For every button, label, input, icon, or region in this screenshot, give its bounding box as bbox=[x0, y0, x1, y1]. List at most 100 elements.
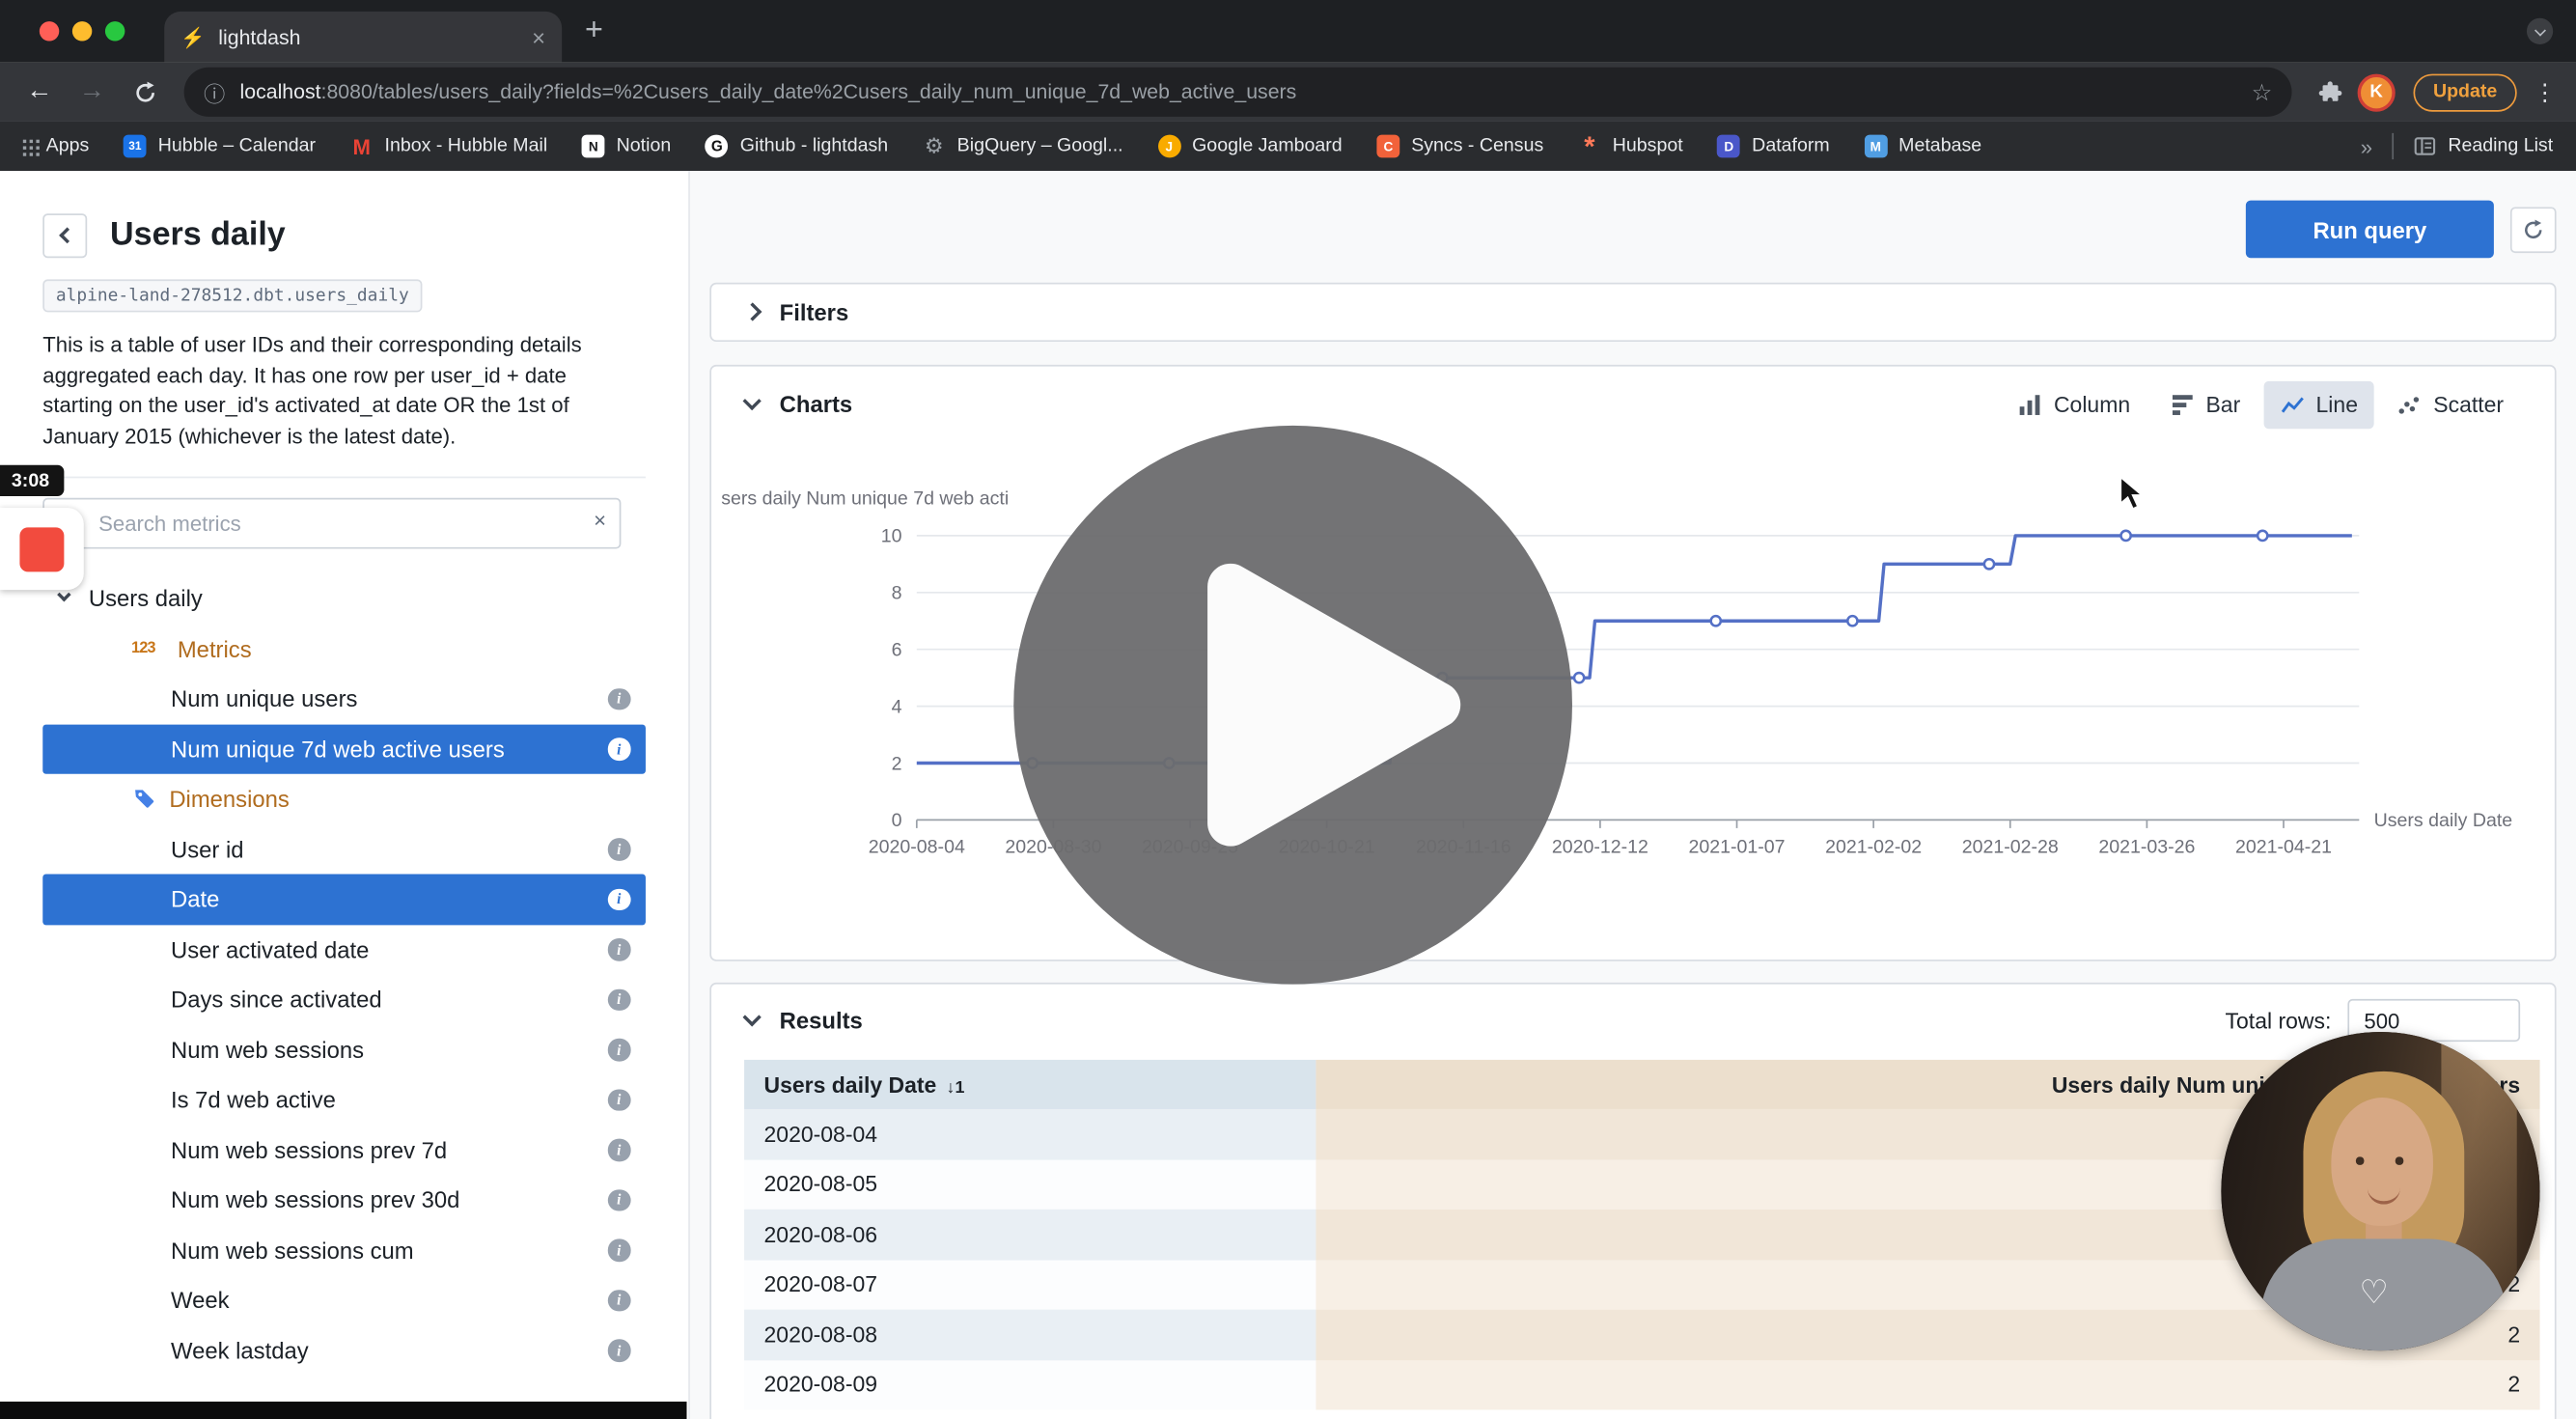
metric-label: Num unique 7d web active users bbox=[171, 736, 505, 763]
bookmark-star-icon[interactable]: ☆ bbox=[2252, 78, 2272, 106]
tree-root-item[interactable]: Users daily bbox=[0, 573, 688, 624]
bookmark-hubspot[interactable]: * Hubspot bbox=[1578, 132, 1682, 160]
zoom-window-button[interactable] bbox=[104, 21, 125, 42]
bigquery-favicon: ⚙ bbox=[924, 132, 944, 158]
bookmark-label: Dataform bbox=[1752, 136, 1830, 156]
table-row[interactable]: 2020-08-09 2 bbox=[744, 1359, 2540, 1410]
dimension-label: User id bbox=[171, 835, 244, 863]
bookmark-label: Syncs - Census bbox=[1411, 136, 1544, 156]
dimension-item[interactable]: Days since activated i bbox=[42, 974, 646, 1024]
dimension-item[interactable]: Date i bbox=[42, 874, 646, 925]
bookmark-hubble-calendar[interactable]: 31 Hubble – Calendar bbox=[124, 134, 316, 158]
page-title: Users daily bbox=[110, 216, 286, 254]
dimensions-label: Dimensions bbox=[169, 786, 290, 813]
table-description: This is a table of user IDs and their co… bbox=[42, 331, 582, 448]
dimension-item[interactable]: Num web sessions prev 30d i bbox=[42, 1175, 646, 1225]
bookmark-jamboard[interactable]: J Google Jamboard bbox=[1157, 134, 1343, 158]
metrics-list: Num unique users i Num unique 7d web act… bbox=[0, 674, 688, 774]
reading-list-button[interactable]: Reading List bbox=[2414, 135, 2554, 158]
dimension-item[interactable]: Num web sessions cum i bbox=[42, 1225, 646, 1275]
info-icon[interactable]: i bbox=[607, 737, 630, 761]
bookmark-notion[interactable]: N Notion bbox=[581, 134, 671, 158]
chart-type-line[interactable]: Line bbox=[2263, 380, 2375, 429]
chart-type-label: Scatter bbox=[2433, 391, 2505, 417]
chevron-down-icon[interactable] bbox=[743, 1008, 762, 1026]
play-button[interactable] bbox=[1013, 425, 1572, 985]
explore-tree: Users daily 123 Metrics Num unique users… bbox=[0, 573, 688, 1376]
bookmark-github-lightdash[interactable]: G Github - lightdash bbox=[706, 134, 888, 158]
profile-avatar[interactable]: K bbox=[2357, 72, 2396, 111]
stop-recording-button[interactable] bbox=[19, 526, 65, 571]
svg-text:2021-02-02: 2021-02-02 bbox=[1825, 836, 1922, 857]
bookmarks-overflow-chevron[interactable]: » bbox=[2361, 134, 2372, 159]
browser-menu-icon[interactable]: ⋮ bbox=[2534, 78, 2557, 106]
bookmark-apps[interactable]: Apps bbox=[22, 136, 90, 156]
filters-title: Filters bbox=[779, 298, 849, 326]
refresh-query-button[interactable] bbox=[2509, 206, 2557, 253]
info-icon[interactable]: i bbox=[607, 1238, 630, 1262]
reload-button[interactable] bbox=[122, 69, 168, 115]
bookmark-metabase[interactable]: M Metabase bbox=[1864, 134, 1981, 158]
bookmark-hubble-mail[interactable]: M Inbox - Hubble Mail bbox=[350, 134, 547, 159]
bookmark-label: Google Jamboard bbox=[1192, 136, 1343, 156]
tab-close-icon[interactable]: × bbox=[532, 25, 545, 48]
info-icon[interactable]: i bbox=[607, 1339, 630, 1362]
info-icon[interactable]: i bbox=[607, 888, 630, 911]
search-metrics-input[interactable] bbox=[42, 497, 622, 549]
chart-type-column[interactable]: Column bbox=[2001, 380, 2147, 428]
chevron-down-icon[interactable] bbox=[743, 392, 762, 410]
extensions-button[interactable] bbox=[2309, 80, 2351, 105]
dimension-item[interactable]: Num web sessions i bbox=[42, 1024, 646, 1074]
bookmark-label: Apps bbox=[45, 136, 90, 156]
webcam-bubble[interactable]: ♡ bbox=[2221, 1031, 2540, 1351]
bookmark-label: Reading List bbox=[2448, 136, 2554, 156]
metric-item[interactable]: Num unique users i bbox=[42, 674, 646, 724]
close-window-button[interactable] bbox=[39, 21, 60, 42]
back-button[interactable] bbox=[42, 213, 88, 259]
chart-type-bar[interactable]: Bar bbox=[2153, 380, 2257, 428]
info-icon[interactable]: i bbox=[607, 988, 630, 1011]
chart-type-scatter[interactable]: Scatter bbox=[2381, 380, 2520, 428]
date-cell: 2020-08-09 bbox=[744, 1359, 1316, 1410]
minimize-window-button[interactable] bbox=[71, 21, 93, 42]
info-icon[interactable]: i bbox=[607, 1289, 630, 1312]
dimension-item[interactable]: User activated date i bbox=[42, 924, 646, 974]
browser-tab[interactable]: ⚡ lightdash × bbox=[164, 11, 563, 63]
metrics-section-header: 123 Metrics bbox=[0, 624, 688, 674]
info-icon[interactable]: i bbox=[607, 1088, 630, 1111]
back-button[interactable]: ← bbox=[16, 69, 63, 115]
bookmark-bigquery[interactable]: ⚙ BigQuery – Googl... bbox=[923, 132, 1123, 158]
new-tab-button[interactable]: + bbox=[585, 14, 603, 49]
tab-search-button[interactable] bbox=[2526, 17, 2554, 44]
clear-search-icon[interactable]: × bbox=[594, 508, 606, 533]
run-query-button[interactable]: Run query bbox=[2245, 200, 2494, 259]
dimension-item[interactable]: User id i bbox=[42, 824, 646, 875]
info-icon[interactable]: i bbox=[607, 687, 630, 710]
svg-text:2: 2 bbox=[892, 753, 902, 774]
total-rows-label: Total rows: bbox=[2225, 1008, 2332, 1033]
chevron-down-icon bbox=[2534, 24, 2545, 36]
url-bar[interactable]: ⓘ localhost:8080/tables/users_daily?fiel… bbox=[183, 67, 2292, 117]
metric-item[interactable]: Num unique 7d web active users i bbox=[42, 723, 646, 774]
info-icon[interactable]: i bbox=[607, 1138, 630, 1161]
info-icon[interactable]: i bbox=[607, 937, 630, 960]
update-button[interactable]: Update bbox=[2413, 72, 2517, 111]
page-info-icon[interactable]: ⓘ bbox=[204, 76, 225, 107]
svg-text:Users daily Date: Users daily Date bbox=[2374, 810, 2513, 831]
dimension-label: Week bbox=[171, 1287, 230, 1314]
table-header-date[interactable]: Users daily Date ↓1 bbox=[744, 1059, 1316, 1109]
dimension-item[interactable]: Week lastday i bbox=[42, 1325, 646, 1376]
bookmark-dataform[interactable]: D Dataform bbox=[1717, 134, 1830, 158]
filters-header[interactable]: Filters bbox=[711, 284, 2555, 340]
metabase-favicon: M bbox=[1864, 134, 1888, 158]
info-icon[interactable]: i bbox=[607, 1038, 630, 1061]
play-icon bbox=[1207, 563, 1461, 847]
info-icon[interactable]: i bbox=[607, 838, 630, 861]
dimension-item[interactable]: Num web sessions prev 7d i bbox=[42, 1125, 646, 1175]
divider bbox=[42, 476, 646, 479]
dimension-item[interactable]: Is 7d web active i bbox=[42, 1074, 646, 1125]
dimension-item[interactable]: Week i bbox=[42, 1275, 646, 1325]
bookmark-census[interactable]: C Syncs - Census bbox=[1376, 134, 1544, 158]
info-icon[interactable]: i bbox=[607, 1188, 630, 1211]
webcam-person-eye bbox=[2355, 1156, 2364, 1164]
